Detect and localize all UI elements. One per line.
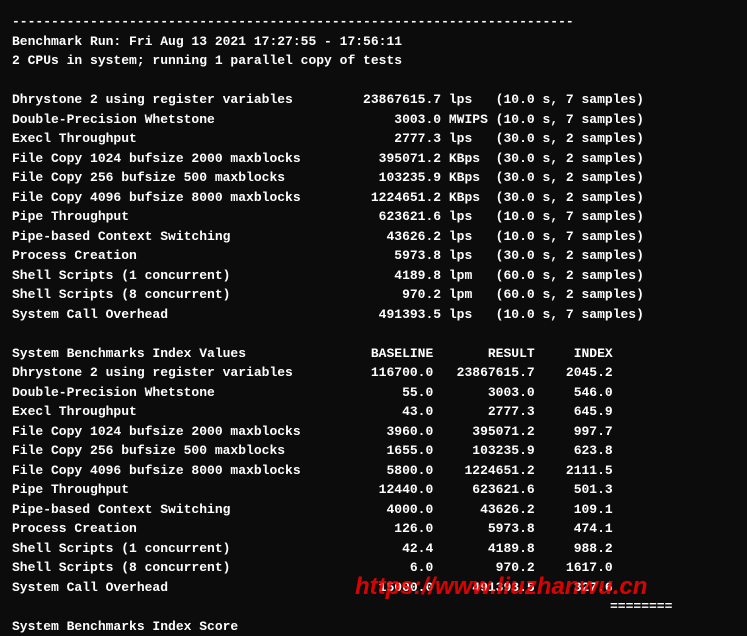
- index-row: Pipe Throughput 12440.0 623621.6 501.3: [12, 480, 735, 500]
- index-row: Pipe-based Context Switching 4000.0 4362…: [12, 500, 735, 520]
- result-row: File Copy 4096 bufsize 8000 maxblocks 12…: [12, 188, 735, 208]
- result-row: File Copy 1024 bufsize 2000 maxblocks 39…: [12, 149, 735, 169]
- index-row: Shell Scripts (1 concurrent) 42.4 4189.8…: [12, 539, 735, 559]
- index-row: Execl Throughput 43.0 2777.3 645.9: [12, 402, 735, 422]
- terminal-output: ----------------------------------------…: [12, 12, 735, 636]
- index-header-row: System Benchmarks Index Values BASELINE …: [12, 344, 735, 364]
- result-row: System Call Overhead 491393.5 lps (10.0 …: [12, 305, 735, 325]
- blank-line: [12, 324, 735, 344]
- results-block: Dhrystone 2 using register variables 238…: [12, 90, 735, 324]
- blank-line: [12, 71, 735, 91]
- result-row: Shell Scripts (1 concurrent) 4189.8 lpm …: [12, 266, 735, 286]
- index-row: File Copy 1024 bufsize 2000 maxblocks 39…: [12, 422, 735, 442]
- result-row: Double-Precision Whetstone 3003.0 MWIPS …: [12, 110, 735, 130]
- index-row: Double-Precision Whetstone 55.0 3003.0 5…: [12, 383, 735, 403]
- divider-line: ----------------------------------------…: [12, 12, 735, 32]
- cpu-info-line: 2 CPUs in system; running 1 parallel cop…: [12, 51, 735, 71]
- result-row: Dhrystone 2 using register variables 238…: [12, 90, 735, 110]
- result-row: Process Creation 5973.8 lps (30.0 s, 2 s…: [12, 246, 735, 266]
- index-row: File Copy 256 bufsize 500 maxblocks 1655…: [12, 441, 735, 461]
- result-row: Shell Scripts (8 concurrent) 970.2 lpm (…: [12, 285, 735, 305]
- result-row: File Copy 256 bufsize 500 maxblocks 1032…: [12, 168, 735, 188]
- index-row: File Copy 4096 bufsize 8000 maxblocks 58…: [12, 461, 735, 481]
- result-row: Pipe Throughput 623621.6 lps (10.0 s, 7 …: [12, 207, 735, 227]
- result-row: Pipe-based Context Switching 43626.2 lps…: [12, 227, 735, 247]
- score-label: System Benchmarks Index Score: [12, 617, 735, 636]
- index-row: Shell Scripts (8 concurrent) 6.0 970.2 1…: [12, 558, 735, 578]
- index-values-block: Dhrystone 2 using register variables 116…: [12, 363, 735, 597]
- index-row: Dhrystone 2 using register variables 116…: [12, 363, 735, 383]
- index-row: Process Creation 126.0 5973.8 474.1: [12, 519, 735, 539]
- result-row: Execl Throughput 2777.3 lps (30.0 s, 2 s…: [12, 129, 735, 149]
- benchmark-run-line: Benchmark Run: Fri Aug 13 2021 17:27:55 …: [12, 32, 735, 52]
- index-row: System Call Overhead 15000.0 491393.5 32…: [12, 578, 735, 598]
- separator-line: ========: [12, 597, 735, 617]
